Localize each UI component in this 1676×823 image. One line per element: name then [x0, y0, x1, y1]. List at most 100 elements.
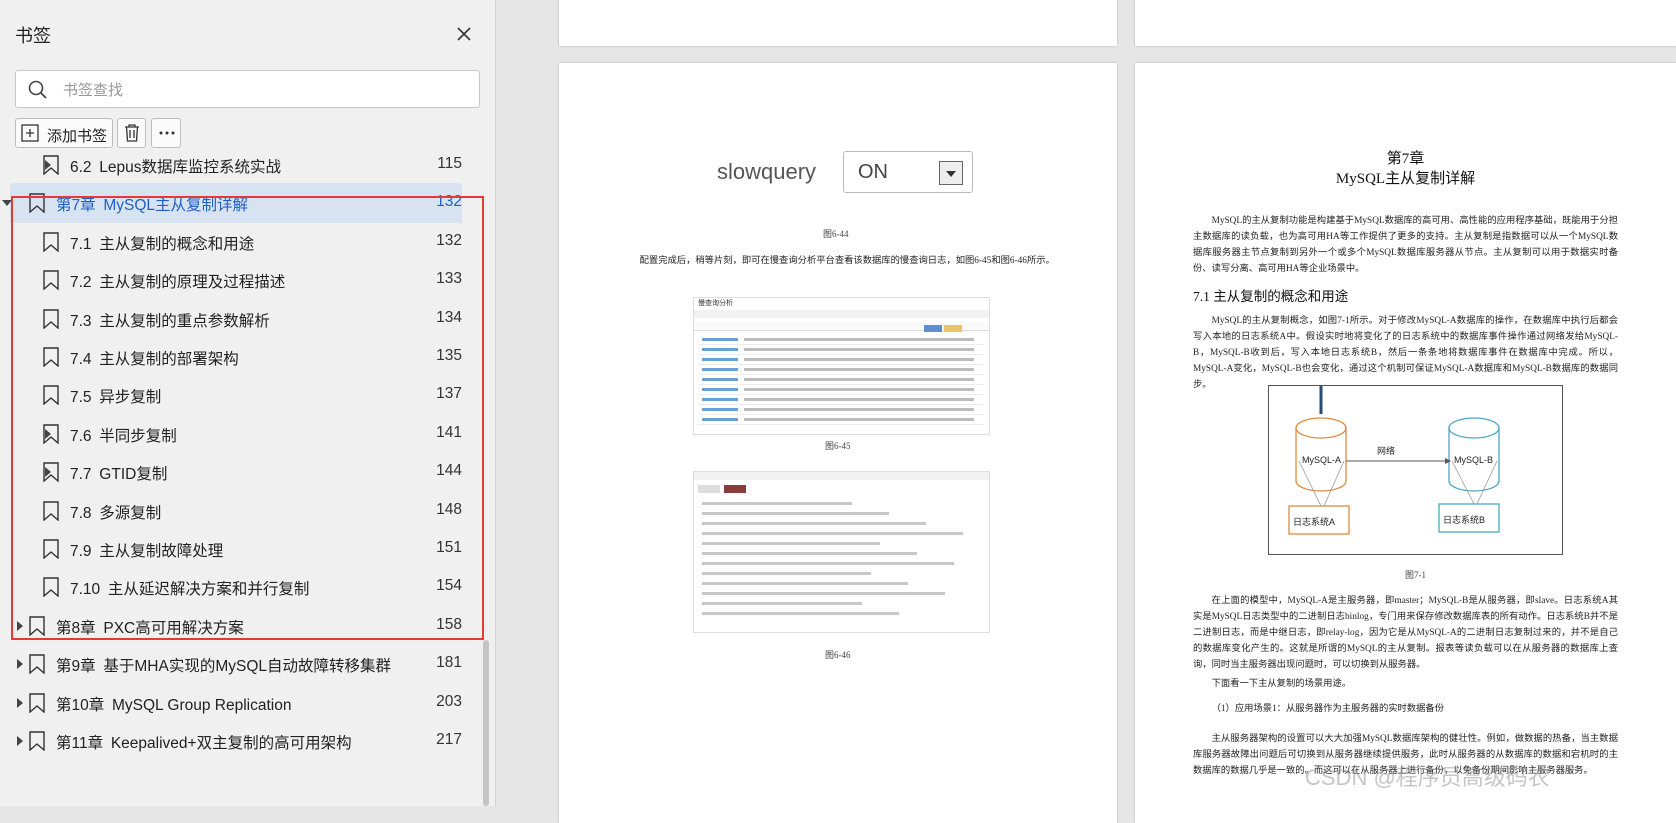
table-row-line	[698, 344, 985, 345]
log-b-label: 日志系统B	[1443, 515, 1486, 525]
bookmark-label: 第9章 基于MHA实现的MySQL自动故障转移集群	[56, 658, 391, 676]
replication-diagram: MySQL-A MySQL-B 网络 日志系统A 日志系统B	[1268, 385, 1563, 555]
bookmark-item[interactable]: 第11章 Keepalived+双主复制的高可用架构 217	[10, 721, 462, 761]
bookmark-item[interactable]: 7.1 主从复制的概念和用途 132	[10, 222, 462, 262]
screenshot-slowquery-list: 慢查询分析	[693, 297, 990, 435]
table-link-cell	[702, 408, 738, 411]
bookmark-icon	[42, 308, 60, 334]
table-row-line	[698, 384, 985, 385]
delete-bookmark-button[interactable]	[117, 118, 146, 148]
table-row-line	[698, 404, 985, 405]
bookmark-page-number: 132	[436, 193, 462, 211]
collapse-arrow-icon[interactable]	[2, 200, 12, 207]
expand-arrow-icon[interactable]	[17, 736, 23, 746]
slowquery-select: ON	[843, 151, 973, 193]
expand-arrow-icon[interactable]	[17, 659, 23, 670]
bookmark-icon	[42, 500, 60, 526]
bookmark-icon	[28, 692, 46, 718]
table-text-cell	[744, 398, 974, 401]
screenshot-slowquery-detail	[693, 471, 990, 633]
bookmark-label: 7.6 半同步复制	[70, 427, 177, 445]
panel-title: 书签	[15, 26, 51, 46]
scenario-intro: 下面看一下主从复制的场景用途。	[1211, 679, 1352, 689]
pdf-page-right: 第7章 MySQL主从复制详解 MySQL的主从复制功能是构建基于MySQL数据…	[1135, 63, 1676, 823]
bookmark-page-number: 203	[436, 692, 462, 710]
table-text-cell	[744, 348, 974, 351]
close-icon[interactable]	[454, 24, 474, 44]
bookmark-item[interactable]: 7.5 异步复制 137	[10, 375, 462, 415]
expand-arrow-icon[interactable]	[17, 697, 23, 708]
bookmark-item[interactable]: 7.2 主从复制的原理及过程描述 133	[10, 260, 462, 300]
bookmark-item[interactable]: 7.8 多源复制 148	[10, 491, 462, 531]
table-link-cell	[702, 378, 738, 381]
table-text-cell	[744, 338, 974, 341]
bookmark-item[interactable]: 第7章 MySQL主从复制详解 132	[2, 183, 462, 224]
table-row-line	[698, 414, 985, 415]
detail-text-line	[702, 602, 862, 605]
table-text-cell	[744, 378, 974, 381]
bookmark-page-number: 132	[436, 231, 462, 249]
bookmark-icon	[42, 539, 60, 564]
bookmark-item[interactable]: 7.7 GTID复制 144	[10, 452, 462, 492]
bookmark-panel: 书签 添加书签 6.2 Lepus数据库监控系统实战 115 第7章 MySQL主从…	[0, 0, 496, 806]
bookmark-search-box[interactable]	[15, 70, 480, 108]
network-label: 网络	[1377, 446, 1396, 456]
table-row-line	[698, 374, 985, 375]
watermark: CSDN @程序员高级码农	[1305, 765, 1550, 790]
figure-caption-6-46: 图6-46	[825, 650, 851, 660]
sidebar-scrollbar[interactable]	[483, 640, 489, 806]
bookmark-page-number: 115	[437, 155, 462, 172]
figure-caption-6-45: 图6-45	[825, 441, 851, 451]
pdf-page-previous-left	[559, 0, 1117, 46]
bookmark-icon	[28, 654, 46, 679]
table-link-cell	[702, 348, 738, 351]
more-icon	[158, 125, 176, 146]
bookmark-item[interactable]: 7.9 主从复制故障处理 151	[10, 529, 462, 569]
detail-text-line	[702, 502, 852, 505]
bookmark-page-number: 137	[436, 385, 462, 403]
bookmark-label: 7.7 GTID复制	[70, 466, 168, 484]
detail-text-line	[702, 512, 889, 515]
slowquery-label: slowquery	[717, 159, 817, 184]
bookmark-label: 第7章 MySQL主从复制详解	[56, 197, 249, 215]
bookmark-item[interactable]: 7.3 主从复制的重点参数解析 134	[10, 299, 462, 339]
table-text-cell	[744, 388, 974, 391]
figure-caption-7-1: 图7-1	[1405, 570, 1426, 580]
table-text-cell	[744, 408, 974, 411]
bookmark-page-number: 154	[436, 577, 462, 595]
bookmark-item[interactable]: 7.10 主从延迟解决方案和并行复制 154	[10, 567, 462, 607]
scenario-1-heading: （1）应用场景1：从服务器作为主服务器的实时数据备份	[1211, 704, 1445, 714]
chapter-number: 第7章	[1386, 151, 1425, 167]
db-a-label: MySQL-A	[1302, 455, 1342, 465]
detail-text-line	[702, 592, 945, 595]
table-text-cell	[744, 368, 974, 371]
bookmark-label: 第11章 Keepalived+双主复制的高可用架构	[56, 735, 352, 752]
add-bookmark-button[interactable]: 添加书签	[15, 118, 113, 148]
bookmark-icon	[28, 193, 46, 218]
bookmark-icon	[42, 347, 60, 372]
bookmark-icon	[42, 270, 60, 295]
more-options-button[interactable]	[151, 118, 181, 148]
bookmark-item[interactable]: 第9章 基于MHA实现的MySQL自动故障转移集群 181	[10, 644, 462, 684]
detail-text-line	[702, 552, 917, 555]
dropdown-arrow-icon	[939, 161, 963, 185]
search-icon	[28, 80, 48, 105]
figure-caption-6-44: 图6-44	[823, 229, 849, 239]
bookmark-item[interactable]: 第10章 MySQL Group Replication 203	[10, 683, 462, 723]
bookmark-page-number: 135	[436, 347, 462, 364]
bookmark-search-input[interactable]	[61, 77, 465, 103]
table-link-cell	[702, 388, 738, 391]
slowquery-value: ON	[858, 161, 888, 183]
bookmark-item[interactable]: 7.6 半同步复制 141	[10, 414, 462, 454]
table-text-cell	[744, 418, 974, 421]
bookmark-item[interactable]: 7.4 主从复制的部署架构 135	[10, 337, 462, 377]
expand-arrow-icon[interactable]	[17, 620, 23, 631]
detail-text-line	[702, 582, 908, 585]
bookmark-page-number: 217	[436, 731, 462, 748]
bookmark-label: 7.4 主从复制的部署架构	[70, 351, 239, 368]
bookmark-label: 7.9 主从复制故障处理	[70, 543, 224, 560]
bookmark-item[interactable]: 6.2 Lepus数据库监控系统实战 115	[10, 145, 462, 185]
bookmark-item[interactable]: 第8章 PXC高可用解决方案 158	[10, 606, 462, 646]
table-row-line	[698, 424, 985, 425]
bookmark-page-number: 158	[436, 615, 462, 633]
